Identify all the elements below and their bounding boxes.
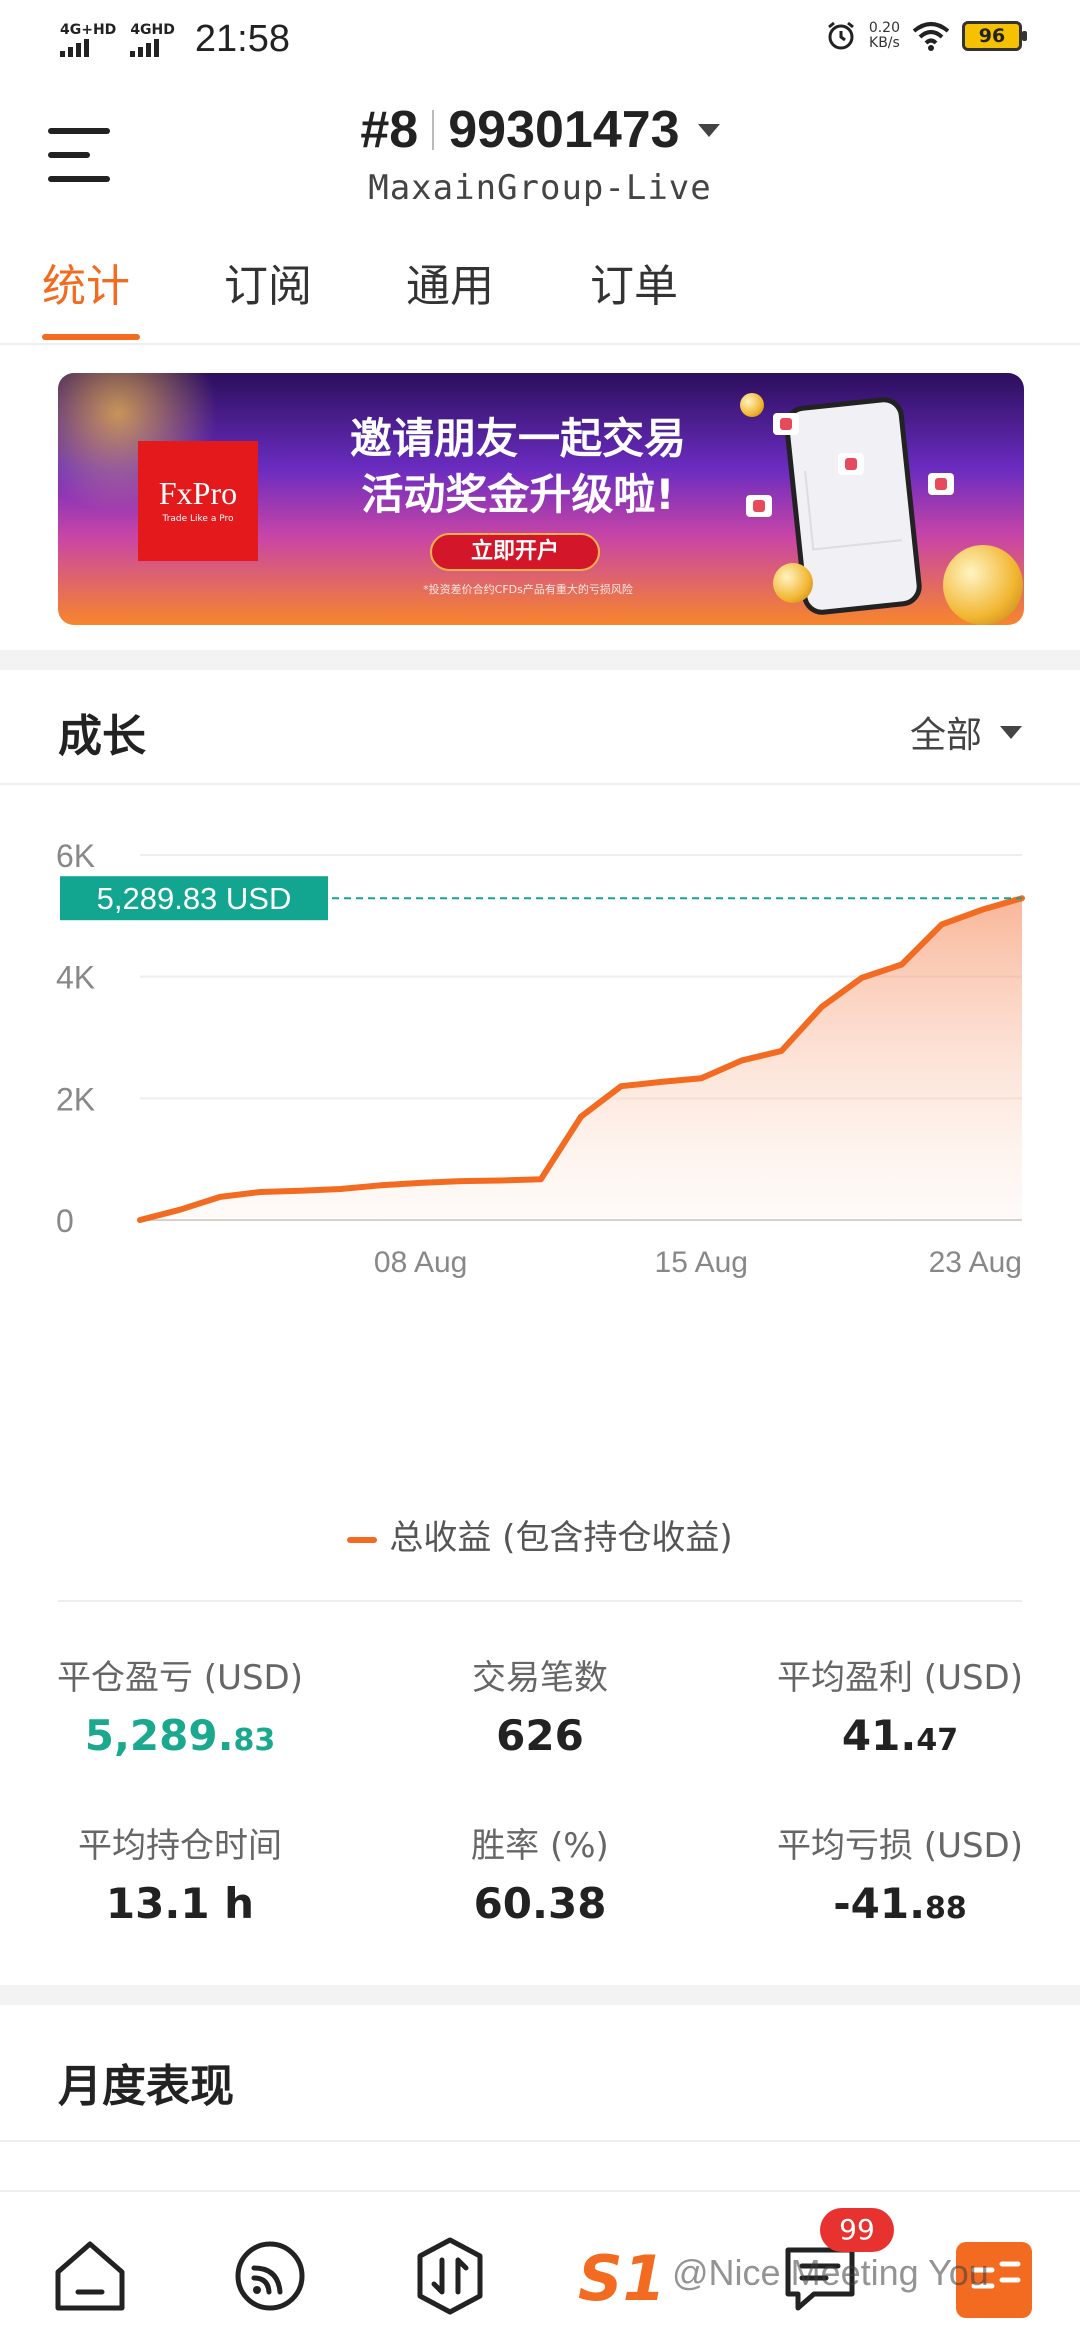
account-selector[interactable]: #8 99301473 MaxainGroup-Live bbox=[0, 100, 1080, 208]
section-divider bbox=[0, 650, 1080, 670]
account-separator bbox=[432, 110, 435, 150]
trade-icon[interactable] bbox=[408, 2234, 492, 2318]
user-badge-icon bbox=[928, 473, 954, 495]
growth-chart: 0 2K 4K 6K 08 Aug 15 Aug 23 Aug 5,289.83 USD bbox=[0, 820, 1080, 1480]
sim2-label: 4GHD bbox=[130, 21, 175, 38]
clock: 21:58 bbox=[194, 18, 290, 60]
stat-value: 626 bbox=[496, 1711, 584, 1760]
x-tick-label: 15 Aug bbox=[655, 1246, 748, 1279]
y-tick-label: 4K bbox=[56, 960, 95, 996]
stat-value: 5,289.83 bbox=[84, 1711, 276, 1760]
account-dropdown-icon[interactable] bbox=[697, 123, 720, 137]
status-bar: 4G+HD 4GHD 21:58 0.20 KB/s 96 bbox=[0, 0, 1080, 80]
tab-general[interactable]: 通用 bbox=[406, 250, 494, 345]
fxpro-brand: FxPro bbox=[158, 475, 238, 511]
battery-indicator: 96 bbox=[962, 21, 1027, 51]
sim2-signal-icon: 4GHD bbox=[130, 23, 175, 57]
divider bbox=[58, 1600, 1022, 1602]
y-tick-label: 0 bbox=[56, 1203, 74, 1239]
server-name: MaxainGroup-Live bbox=[368, 168, 712, 208]
range-chevron-down-icon bbox=[1000, 725, 1022, 739]
banner-headline-line2: 活动奖金升级啦! bbox=[361, 470, 675, 519]
x-tick-label: 23 Aug bbox=[929, 1246, 1022, 1279]
stat-value: 41.47 bbox=[841, 1711, 959, 1760]
banner-headline: 邀请朋友一起交易 活动奖金升级啦! bbox=[308, 411, 728, 523]
coin-icon bbox=[740, 393, 764, 417]
stat-value: -41.88 bbox=[833, 1879, 967, 1928]
stat-avg-hold-time: 平均持仓时间 13.1 h bbox=[0, 1818, 360, 1928]
banner-headline-line1: 邀请朋友一起交易 bbox=[349, 414, 686, 463]
coin-icon bbox=[943, 545, 1023, 625]
watermark: @Nice Meeting You bbox=[672, 2252, 989, 2293]
home-icon[interactable] bbox=[48, 2234, 132, 2318]
monthly-performance-title: 月度表现 bbox=[58, 2061, 234, 2112]
open-account-button[interactable]: 立即开户 bbox=[430, 533, 600, 571]
fxpro-tagline: Trade Like a Pro bbox=[162, 514, 234, 524]
account-number: 99301473 bbox=[448, 101, 680, 159]
stat-avg-profit: 平均盈利 (USD) 41.47 bbox=[720, 1650, 1080, 1760]
messages-badge: 99 bbox=[820, 2208, 894, 2252]
stat-value: 60.38 bbox=[473, 1879, 607, 1928]
svg-text:S1: S1 bbox=[578, 2242, 666, 2315]
growth-title: 成长 bbox=[58, 711, 146, 762]
range-dropdown[interactable]: 全部 bbox=[910, 706, 1022, 758]
range-value: 全部 bbox=[909, 715, 982, 756]
stat-label: 胜率 (%) bbox=[471, 1826, 609, 1866]
user-badge-icon bbox=[773, 413, 799, 435]
stat-trade-count: 交易笔数 626 bbox=[360, 1650, 720, 1760]
tab-statistics[interactable]: 统计 bbox=[42, 250, 130, 345]
promo-banner[interactable]: FxPro Trade Like a Pro 邀请朋友一起交易 活动奖金升级啦!… bbox=[58, 373, 1024, 625]
chart-legend: 总收益 (包含持仓收益) bbox=[0, 1510, 1080, 1559]
stat-closed-pnl: 平仓盈亏 (USD) 5,289.83 bbox=[0, 1650, 360, 1760]
stat-label: 交易笔数 bbox=[472, 1658, 608, 1698]
stat-label: 平仓盈亏 (USD) bbox=[57, 1658, 303, 1698]
banner-disclaimer: *投资差价合约CFDs产品有重大的亏损风险 bbox=[423, 583, 633, 596]
signals-icon[interactable] bbox=[228, 2234, 312, 2318]
stat-label: 平均持仓时间 bbox=[78, 1826, 282, 1866]
section-divider bbox=[0, 1985, 1080, 2005]
stat-win-rate: 胜率 (%) 60.38 bbox=[360, 1818, 720, 1928]
x-tick-label: 08 Aug bbox=[374, 1246, 467, 1279]
stat-label: 平均亏损 (USD) bbox=[777, 1826, 1023, 1866]
alarm-icon bbox=[827, 21, 854, 50]
net-speed-unit: KB/s bbox=[869, 35, 900, 51]
y-tick-label: 6K bbox=[56, 838, 95, 874]
app-header: #8 99301473 MaxainGroup-Live bbox=[0, 90, 1080, 220]
net-speed: 0.20 KB/s bbox=[869, 21, 900, 51]
current-value-label: 5,289.83 USD bbox=[97, 881, 292, 916]
user-badge-icon bbox=[746, 495, 772, 517]
account-prefix: #8 bbox=[360, 101, 419, 159]
wifi-icon bbox=[912, 22, 950, 51]
growth-header: 成长 全部 bbox=[0, 670, 1080, 785]
growth-chart-svg: 0 2K 4K 6K 08 Aug 15 Aug 23 Aug 5,289.83 USD bbox=[56, 838, 1025, 1279]
active-tab-indicator bbox=[42, 334, 140, 340]
stat-label: 平均盈利 (USD) bbox=[777, 1658, 1023, 1698]
sim1-signal-icon: 4G+HD bbox=[60, 23, 116, 57]
y-tick-label: 2K bbox=[56, 1081, 95, 1117]
tab-orders[interactable]: 订单 bbox=[590, 250, 678, 345]
series-area bbox=[140, 898, 1022, 1220]
user-badge-icon bbox=[838, 453, 864, 475]
fxpro-logo: FxPro Trade Like a Pro bbox=[138, 441, 258, 561]
sim1-label: 4G+HD bbox=[60, 21, 117, 38]
divider bbox=[0, 2140, 1080, 2142]
tab-bar: 统计 订阅 通用 订单 bbox=[0, 250, 1080, 345]
legend-swatch bbox=[347, 1536, 378, 1543]
coin-icon bbox=[773, 563, 813, 603]
stat-value: 13.1 h bbox=[105, 1879, 255, 1928]
stat-avg-loss: 平均亏损 (USD) -41.88 bbox=[720, 1818, 1080, 1928]
legend-label: 总收益 (包含持仓收益) bbox=[389, 1518, 733, 1558]
net-speed-value: 0.20 bbox=[868, 20, 900, 36]
tab-subscribe[interactable]: 订阅 bbox=[224, 250, 312, 345]
